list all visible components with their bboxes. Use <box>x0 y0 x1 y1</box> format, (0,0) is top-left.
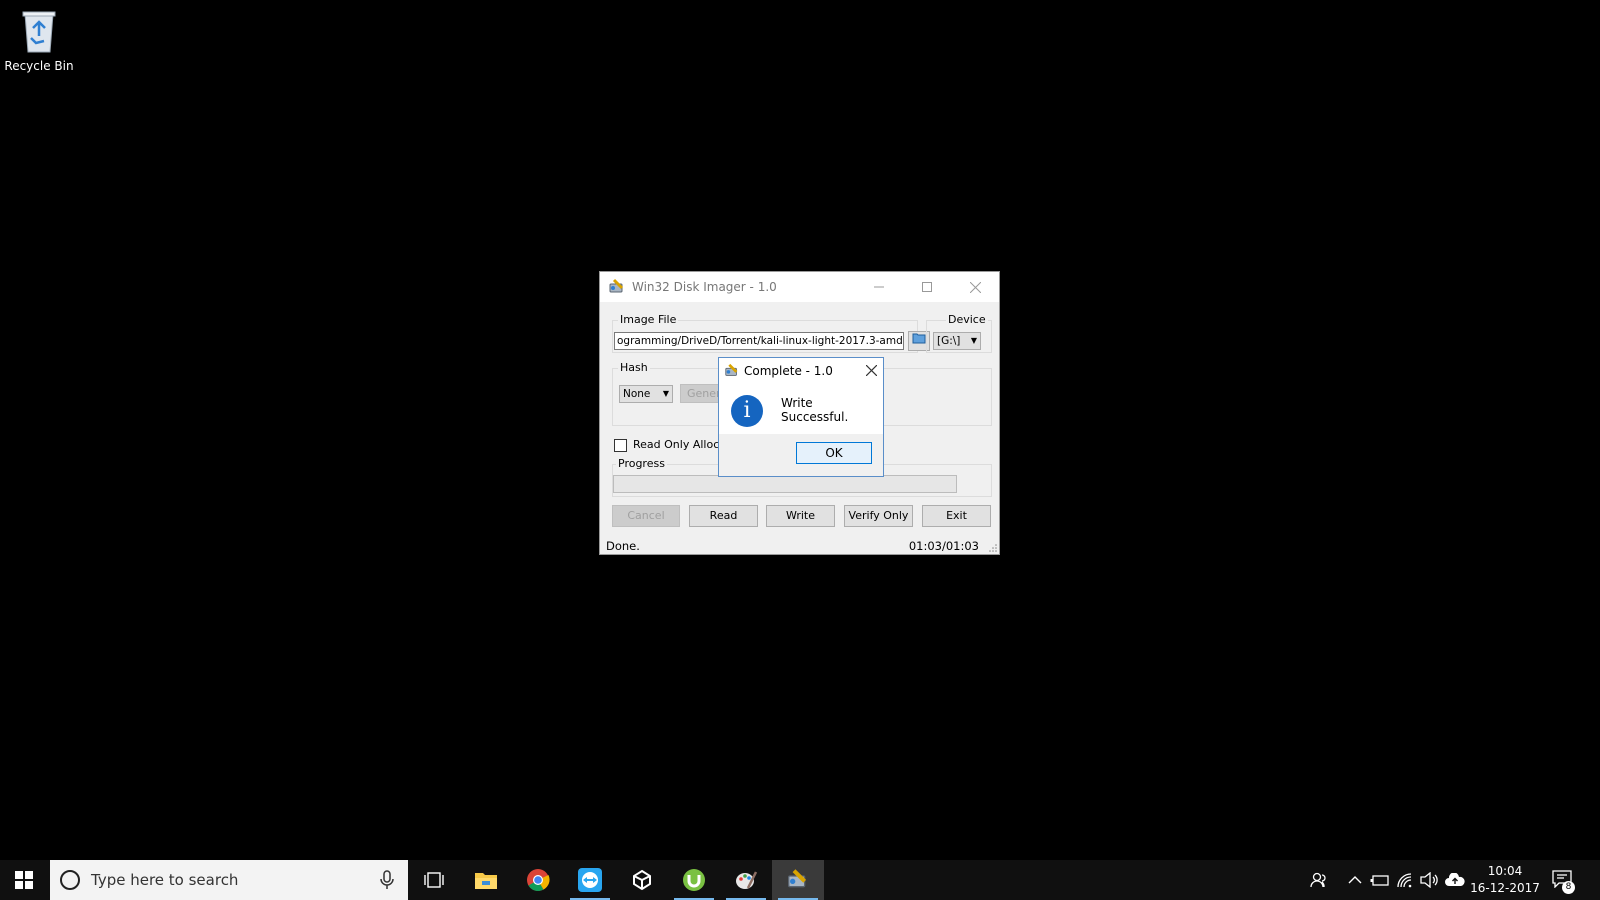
search-box[interactable]: Type here to search <box>50 860 408 900</box>
taskbar-teamviewer[interactable] <box>564 860 616 900</box>
status-text: Done. <box>606 539 640 553</box>
hash-value: None <box>623 388 651 400</box>
dialog-close-button[interactable] <box>865 362 878 380</box>
maximize-button[interactable] <box>903 272 951 302</box>
write-button[interactable]: Write <box>766 505 835 527</box>
exit-button[interactable]: Exit <box>922 505 991 527</box>
clock[interactable]: 10:04 16-12-2017 <box>1468 863 1542 897</box>
battery-button[interactable] <box>1368 860 1392 900</box>
read-only-allocated-checkbox[interactable] <box>614 439 627 452</box>
recycle-bin-icon <box>22 11 56 53</box>
resize-grip-icon[interactable] <box>989 544 997 552</box>
hash-select[interactable]: None ▼ <box>619 385 673 403</box>
clock-date: 16-12-2017 <box>1470 881 1540 895</box>
chevron-down-icon: ▼ <box>662 389 669 398</box>
action-center-button[interactable]: 8 <box>1552 870 1576 894</box>
chevron-down-icon: ▼ <box>970 336 977 345</box>
device-value: [G:\] <box>937 335 961 347</box>
recycle-bin-shortcut[interactable]: Recycle Bin <box>4 6 74 73</box>
windows-logo-icon <box>15 871 33 889</box>
search-placeholder: Type here to search <box>91 871 239 889</box>
dialog-title: Complete - 1.0 <box>744 364 833 378</box>
disk-imager-app-icon <box>725 363 738 376</box>
unity-icon <box>633 869 651 891</box>
teamviewer-icon <box>578 868 602 892</box>
clock-time: 10:04 <box>1487 864 1523 878</box>
image-file-label: Image File <box>618 313 679 326</box>
speaker-icon <box>1420 872 1438 888</box>
progress-bar <box>613 475 957 493</box>
chrome-icon <box>527 869 550 891</box>
close-button[interactable] <box>951 272 999 302</box>
ok-button[interactable]: OK <box>796 442 872 464</box>
cortana-icon <box>60 870 80 890</box>
taskbar-paint[interactable] <box>720 860 772 900</box>
people-icon <box>1310 872 1326 888</box>
taskbar-utorrent[interactable] <box>668 860 720 900</box>
complete-dialog: Complete - 1.0 i Write Successful. OK <box>718 357 884 477</box>
task-view-icon <box>424 872 444 888</box>
battery-icon <box>1370 875 1389 886</box>
start-button[interactable] <box>0 860 48 900</box>
hash-label: Hash <box>618 361 650 374</box>
taskbar-unity[interactable] <box>616 860 668 900</box>
taskbar: Type here to search 10:04 16-12-2017 8 <box>0 860 1600 900</box>
close-icon <box>969 281 981 293</box>
minimize-button[interactable] <box>855 272 903 302</box>
utorrent-icon <box>683 869 705 891</box>
dialog-message: Write Successful. <box>781 396 849 424</box>
task-view-button[interactable] <box>408 860 460 900</box>
volume-button[interactable] <box>1418 860 1442 900</box>
cancel-button[interactable]: Cancel <box>612 505 680 527</box>
wifi-icon <box>1397 873 1412 888</box>
taskbar-file-explorer[interactable] <box>460 860 512 900</box>
image-file-input[interactable]: ogramming/DriveD/Torrent/kali-linux-ligh… <box>614 332 904 350</box>
elapsed-time: 01:03/01:03 <box>908 539 979 553</box>
window-title: Win32 Disk Imager - 1.0 <box>632 280 777 294</box>
notification-badge: 8 <box>1562 881 1575 894</box>
taskbar-chrome[interactable] <box>512 860 564 900</box>
disk-imager-app-icon <box>609 278 624 293</box>
microphone-icon[interactable] <box>380 870 394 890</box>
recycle-bin-label: Recycle Bin <box>4 59 74 73</box>
taskbar-win32-disk-imager[interactable] <box>772 860 824 900</box>
onedrive-button[interactable] <box>1443 860 1467 900</box>
verify-only-button[interactable]: Verify Only <box>844 505 913 527</box>
paint-icon <box>736 871 758 889</box>
window-titlebar[interactable]: Win32 Disk Imager - 1.0 <box>600 272 999 302</box>
progress-label: Progress <box>616 457 667 470</box>
show-hidden-icons-button[interactable] <box>1344 860 1366 900</box>
dialog-body: i Write Successful. <box>719 384 883 434</box>
read-button[interactable]: Read <box>689 505 758 527</box>
cloud-upload-icon <box>1445 873 1465 886</box>
people-button[interactable] <box>1306 860 1332 900</box>
file-explorer-icon <box>475 873 497 889</box>
minimize-icon <box>874 286 884 288</box>
disk-imager-app-icon <box>788 869 807 888</box>
device-label: Device <box>946 313 988 326</box>
dialog-titlebar[interactable]: Complete - 1.0 <box>719 358 883 384</box>
chevron-up-icon <box>1348 876 1362 884</box>
info-icon: i <box>731 395 763 427</box>
close-icon <box>865 364 878 377</box>
network-button[interactable] <box>1393 860 1417 900</box>
maximize-icon <box>922 282 932 292</box>
device-select[interactable]: [G:\] ▼ <box>933 332 981 350</box>
folder-icon <box>912 333 926 344</box>
